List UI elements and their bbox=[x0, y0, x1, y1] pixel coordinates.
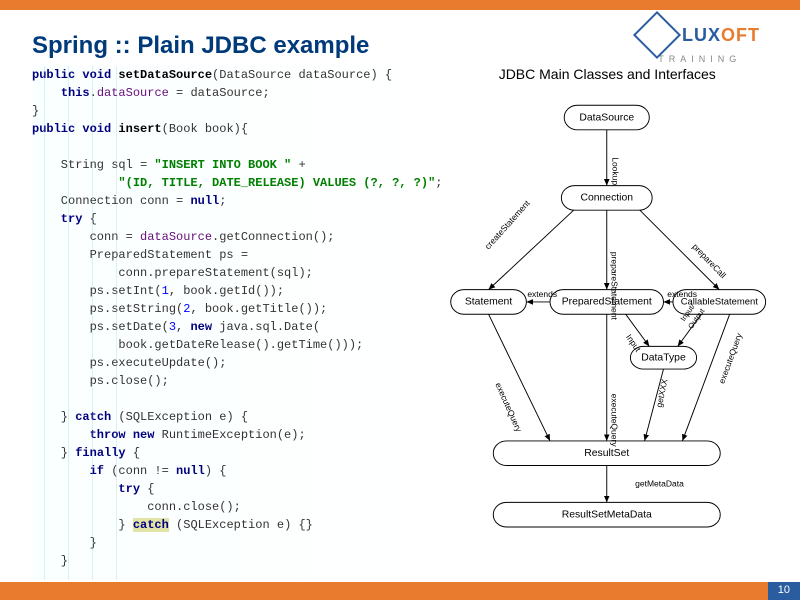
logo-diamond-icon bbox=[633, 11, 681, 59]
svg-text:DataSource: DataSource bbox=[580, 112, 635, 123]
svg-text:createStatement: createStatement bbox=[483, 198, 533, 252]
svg-text:Connection: Connection bbox=[581, 193, 634, 204]
svg-text:DataType: DataType bbox=[642, 352, 687, 363]
svg-text:Statement: Statement bbox=[465, 297, 512, 308]
page-number: 10 bbox=[768, 582, 800, 600]
svg-text:ResultSet: ResultSet bbox=[585, 448, 630, 459]
diagram: JDBC Main Classes and Interfaces DataSou… bbox=[446, 66, 768, 580]
top-accent-bar bbox=[0, 0, 800, 10]
svg-text:prepareCall: prepareCall bbox=[691, 242, 729, 281]
footer-bar bbox=[0, 582, 800, 600]
svg-text:executeQuery: executeQuery bbox=[494, 381, 525, 434]
svg-text:ResultSetMetaData: ResultSetMetaData bbox=[562, 509, 652, 520]
diagram-title: JDBC Main Classes and Interfaces bbox=[446, 66, 768, 82]
svg-text:PreparedStatement: PreparedStatement bbox=[562, 297, 652, 308]
svg-text:extends: extends bbox=[528, 289, 558, 299]
svg-text:extends: extends bbox=[668, 289, 698, 299]
svg-text:Lookup: Lookup bbox=[611, 157, 621, 185]
svg-text:getMetaData: getMetaData bbox=[636, 478, 685, 488]
logo-text: LUXOFT bbox=[682, 25, 760, 46]
code-block: public void setDataSource(DataSource dat… bbox=[32, 66, 442, 580]
svg-text:getXXX: getXXX bbox=[654, 378, 670, 409]
svg-text:prepareStatement: prepareStatement bbox=[610, 252, 620, 321]
logo: LUXOFT TRAINING bbox=[640, 18, 760, 64]
jdbc-diagram-svg: DataSource Connection Statement Prepared… bbox=[446, 88, 768, 548]
svg-text:executeQuery: executeQuery bbox=[610, 394, 620, 448]
